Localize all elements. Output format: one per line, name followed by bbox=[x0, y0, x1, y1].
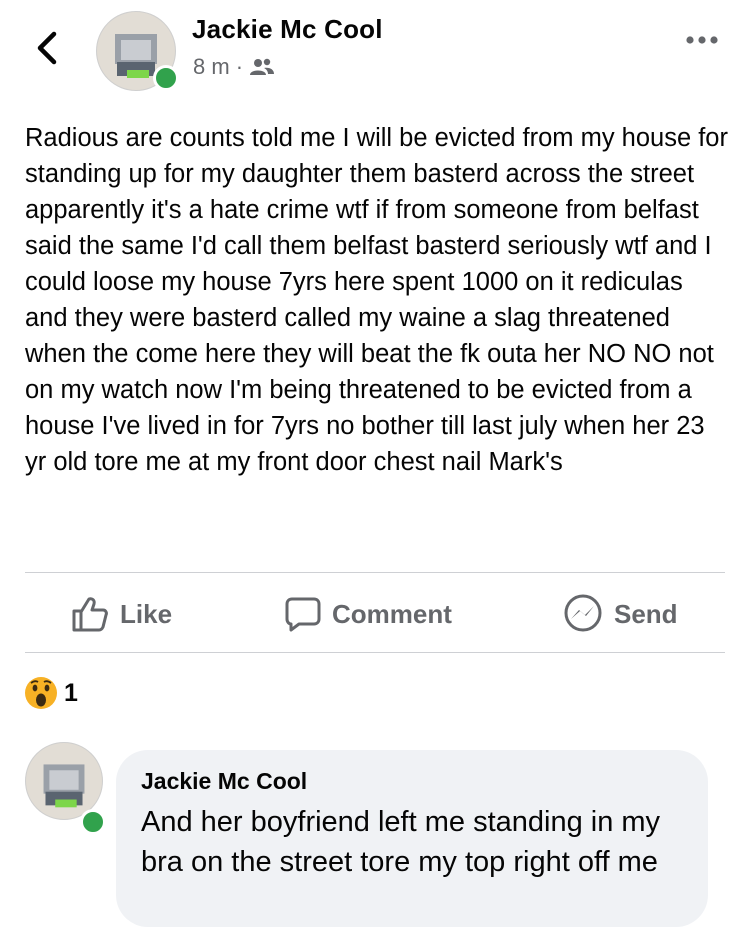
post-text: Radious are counts told me I will be evi… bbox=[25, 124, 728, 476]
post-author-name[interactable]: Jackie Mc Cool bbox=[192, 14, 383, 45]
post-time[interactable]: 8 m bbox=[193, 54, 230, 80]
send-label: Send bbox=[614, 598, 678, 629]
comment-button[interactable]: Comment bbox=[284, 588, 452, 640]
divider-top bbox=[25, 572, 725, 573]
more-options-button[interactable] bbox=[684, 30, 724, 50]
wow-emoji-icon bbox=[25, 677, 57, 709]
thumbs-up-icon bbox=[72, 597, 108, 632]
like-label: Like bbox=[120, 598, 173, 629]
like-button[interactable]: Like bbox=[70, 588, 172, 640]
comment-icon bbox=[285, 597, 321, 632]
meta-separator: · bbox=[235, 54, 244, 79]
comment-text: And her boyfriend left me standing in my… bbox=[141, 806, 661, 878]
chevron-left-icon bbox=[37, 31, 57, 65]
messenger-icon bbox=[564, 594, 602, 632]
commenter-avatar-image bbox=[26, 743, 102, 819]
post-meta: 8 m · bbox=[193, 54, 275, 80]
commenter-online-status-icon bbox=[80, 809, 106, 835]
divider-bottom bbox=[25, 652, 725, 653]
comment-author-name[interactable]: Jackie Mc Cool bbox=[141, 768, 307, 795]
back-button[interactable] bbox=[28, 28, 68, 68]
comment-label: Comment bbox=[332, 598, 452, 629]
friends-icon bbox=[250, 58, 275, 75]
reaction-summary[interactable]: 1 bbox=[24, 676, 78, 710]
more-horizontal-icon bbox=[686, 36, 718, 44]
online-status-icon bbox=[153, 65, 179, 91]
reaction-count: 1 bbox=[64, 678, 78, 707]
send-button[interactable]: Send bbox=[562, 588, 678, 640]
